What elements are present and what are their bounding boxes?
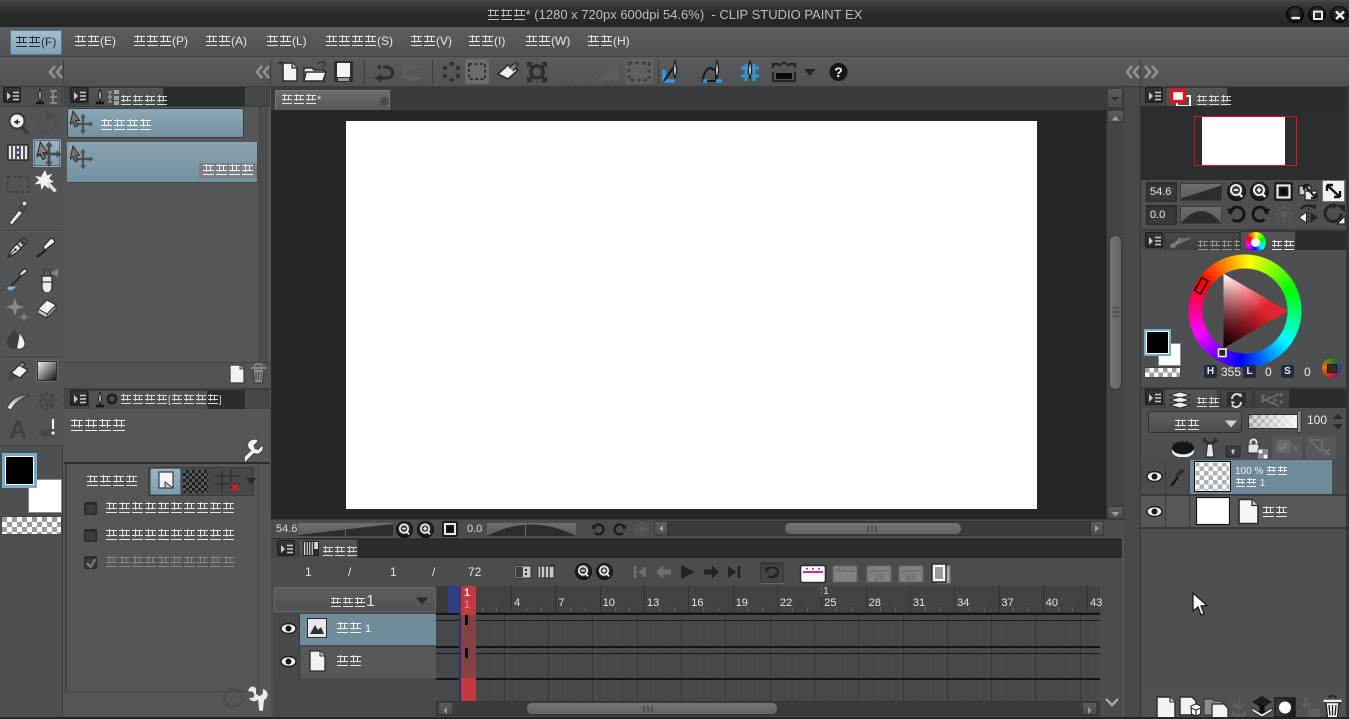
- svg-text:2S: 2S: [874, 573, 884, 582]
- svg-text:6S: 6S: [906, 573, 916, 582]
- svg-text:?: ?: [834, 64, 843, 80]
